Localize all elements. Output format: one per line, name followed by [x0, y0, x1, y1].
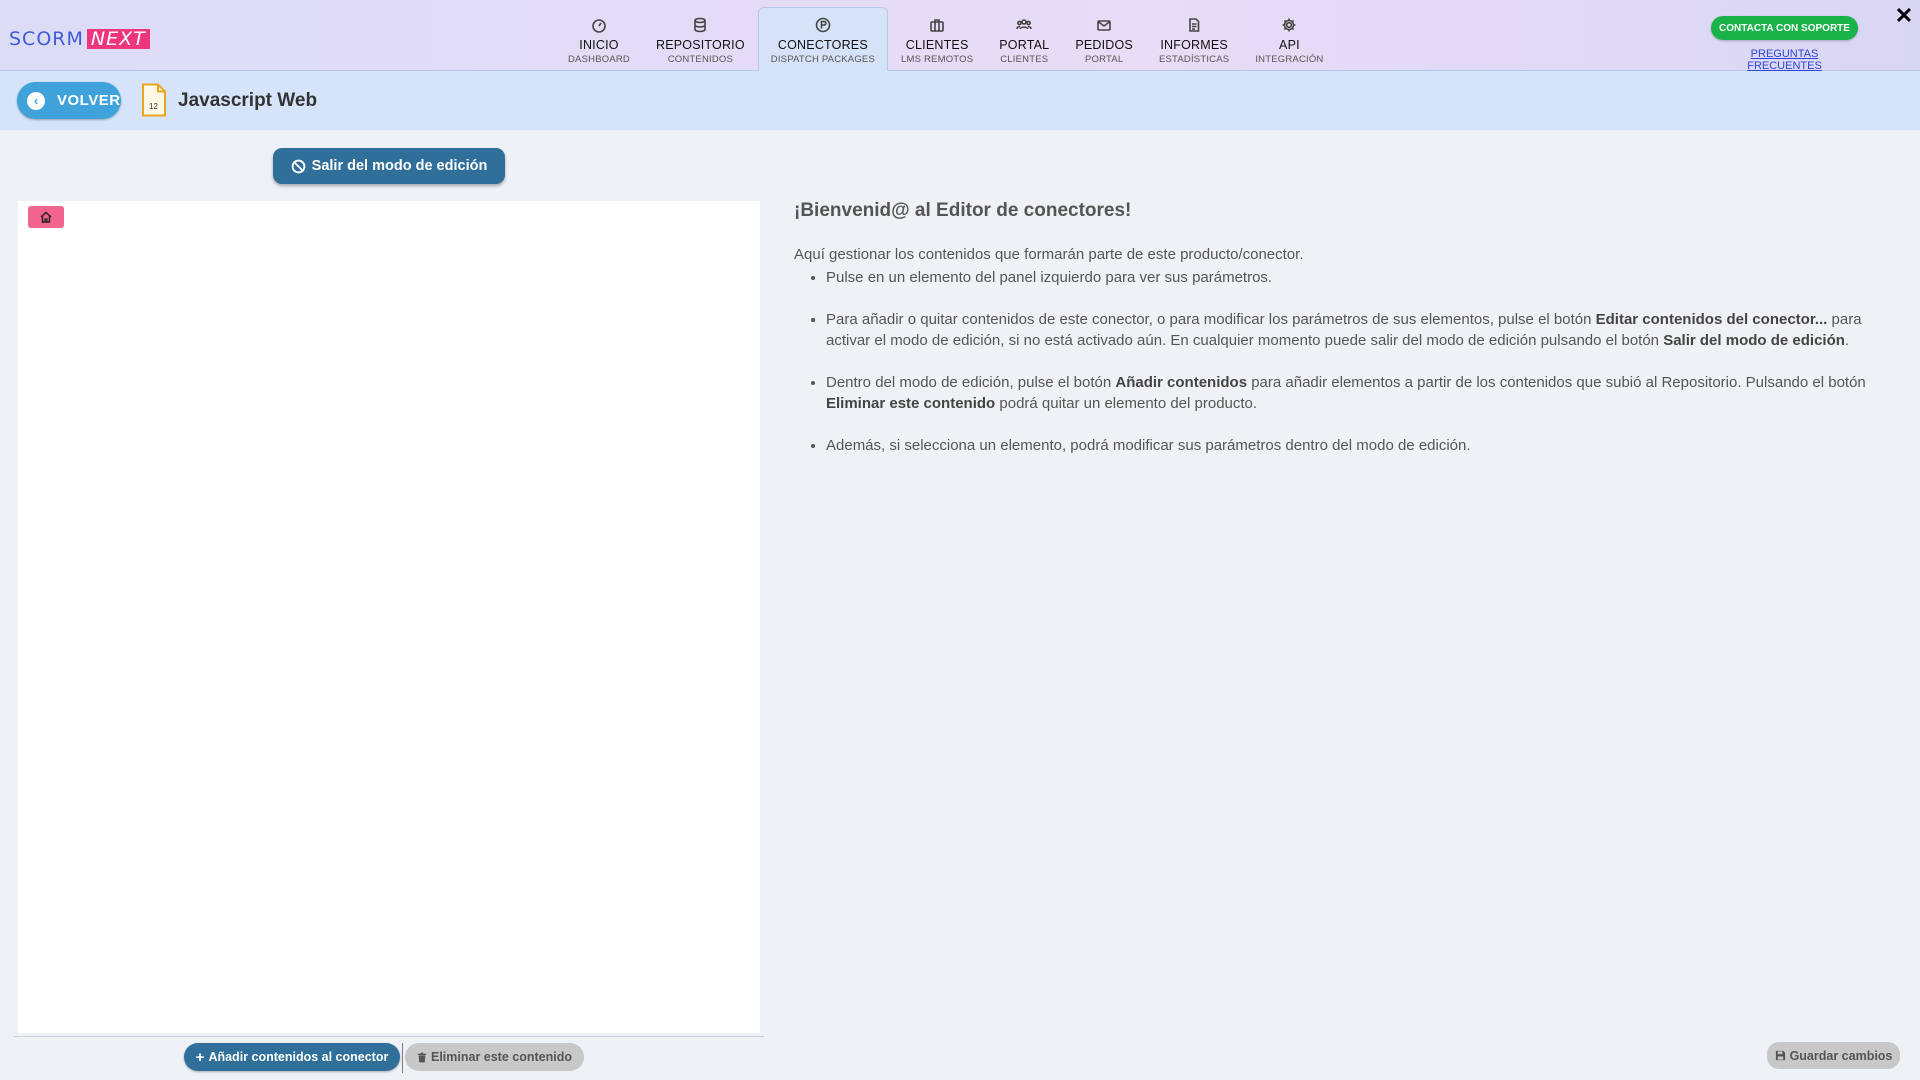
add-content-label: Añadir contenidos al conector	[208, 1050, 389, 1064]
welcome-title: ¡Bienvenid@ al Editor de conectores!	[794, 200, 1132, 221]
tree-panel-footer: + Añadir contenidos al conector Eliminar…	[14, 1036, 764, 1080]
help-bold: Salir del modo de edición	[1663, 332, 1845, 349]
nav-sublabel: DISPATCH PACKAGES	[770, 54, 876, 65]
tree-root-node[interactable]	[28, 206, 64, 228]
nav-label: CONECTORES	[777, 38, 868, 52]
nav-item-api[interactable]: API INTEGRACIÓN	[1242, 7, 1336, 71]
page-title: Javascript Web	[178, 90, 318, 111]
save-changes-label: Guardar cambios	[1789, 1048, 1893, 1063]
connector-tree-panel	[18, 201, 760, 1033]
chevron-left-icon: ‹	[27, 91, 45, 110]
scorm-next-logo[interactable]: SCORM NEXT	[9, 28, 150, 50]
help-text: .	[1844, 332, 1850, 349]
save-icon	[1775, 1050, 1785, 1061]
nav-sublabel: ESTADÍSTICAS	[1158, 54, 1230, 65]
document-icon	[1185, 16, 1203, 34]
top-navigation-bar: SCORM NEXT INICIO DASHBOARD REPOSITORIO …	[0, 0, 1920, 72]
ban-icon	[291, 159, 306, 173]
gauge-icon	[590, 16, 608, 34]
help-text: podrá quitar un elemento del producto.	[995, 395, 1258, 412]
nav-item-inicio[interactable]: INICIO DASHBOARD	[555, 7, 643, 71]
database-icon	[691, 16, 709, 34]
users-icon	[1015, 16, 1033, 34]
help-item: Dentro del modo de edición, pulse el bot…	[826, 372, 1880, 414]
nav-item-repositorio[interactable]: REPOSITORIO CONTENIDOS	[643, 7, 758, 71]
page-header: ‹ VOLVER 12 Javascript Web	[0, 71, 1920, 130]
help-bold: Eliminar este contenido	[826, 395, 996, 412]
help-bold: Añadir contenidos	[1115, 374, 1248, 391]
delete-content-label: Eliminar este contenido	[430, 1050, 572, 1064]
nav-sublabel: PORTAL	[1084, 54, 1124, 65]
nav-sublabel: CLIENTES	[1000, 54, 1049, 65]
welcome-intro: Aquí gestionar los contenidos que formar…	[794, 246, 1304, 263]
back-button[interactable]: ‹ VOLVER	[17, 82, 121, 119]
trash-icon	[417, 1052, 427, 1062]
help-text: Pulse en un elemento del panel izquierdo…	[826, 269, 1273, 286]
parking-circle-icon	[814, 16, 832, 34]
nav-label: INFORMES	[1160, 38, 1228, 52]
plus-icon: +	[195, 1048, 205, 1066]
contact-support-button[interactable]: CONTACTA CON SOPORTE	[1711, 16, 1858, 40]
help-text: Para añadir o quitar contenidos de este …	[826, 311, 1596, 328]
help-bold: Editar contenidos del conector...	[1595, 311, 1828, 328]
nav-label: PEDIDOS	[1075, 38, 1133, 52]
help-item: Además, si selecciona un elemento, podrá…	[826, 435, 1880, 456]
add-content-button[interactable]: + Añadir contenidos al conector	[184, 1043, 400, 1071]
nav-item-conectores[interactable]: CONECTORES DISPATCH PACKAGES	[757, 7, 889, 71]
nav-label: API	[1279, 38, 1300, 52]
faq-link[interactable]: PREGUNTAS FRECUENTES	[1717, 48, 1852, 72]
help-item: Para añadir o quitar contenidos de este …	[826, 309, 1880, 351]
logo-text-next: NEXT	[86, 29, 150, 49]
close-icon[interactable]: ✕	[1893, 5, 1915, 27]
nav-item-portal[interactable]: PORTAL CLIENTES	[986, 7, 1062, 71]
exit-edit-mode-label: Salir del modo de edición	[311, 158, 488, 174]
help-text: Dentro del modo de edición, pulse el bot…	[826, 374, 1116, 391]
nav-item-informes[interactable]: INFORMES ESTADÍSTICAS	[1146, 7, 1242, 71]
nav-sublabel: LMS REMOTOS	[901, 54, 974, 65]
js-file-icon-text: 12	[149, 102, 158, 111]
logo-text-scorm: SCORM	[9, 28, 84, 50]
help-text: Además, si selecciona un elemento, podrá…	[826, 437, 1471, 454]
home-icon	[40, 211, 52, 223]
divider	[402, 1043, 403, 1073]
nav-sublabel: INTEGRACIÓN	[1255, 54, 1324, 65]
envelope-icon	[1095, 16, 1113, 34]
nav-label: CLIENTES	[905, 38, 969, 52]
main-nav: INICIO DASHBOARD REPOSITORIO CONTENIDOS …	[555, 7, 1337, 71]
nav-label: REPOSITORIO	[655, 38, 745, 52]
gear-icon	[1280, 16, 1298, 34]
js-file-icon: 12	[142, 83, 166, 117]
save-changes-button[interactable]: Guardar cambios	[1767, 1042, 1900, 1069]
help-item: Pulse en un elemento del panel izquierdo…	[826, 267, 1880, 288]
nav-sublabel: CONTENIDOS	[667, 54, 734, 65]
nav-item-pedidos[interactable]: PEDIDOS PORTAL	[1062, 7, 1146, 71]
help-text: para añadir elementos a partir de los co…	[1247, 374, 1866, 391]
nav-label: INICIO	[579, 38, 619, 52]
nav-sublabel: DASHBOARD	[568, 54, 630, 65]
exit-edit-mode-button[interactable]: Salir del modo de edición	[273, 148, 505, 184]
help-list: Pulse en un elemento del panel izquierdo…	[826, 267, 1880, 477]
nav-label: PORTAL	[999, 38, 1050, 52]
briefcase-icon	[928, 16, 946, 34]
delete-content-button[interactable]: Eliminar este contenido	[405, 1043, 584, 1071]
nav-item-clientes[interactable]: CLIENTES LMS REMOTOS	[888, 7, 986, 71]
back-button-label: VOLVER	[57, 92, 121, 109]
